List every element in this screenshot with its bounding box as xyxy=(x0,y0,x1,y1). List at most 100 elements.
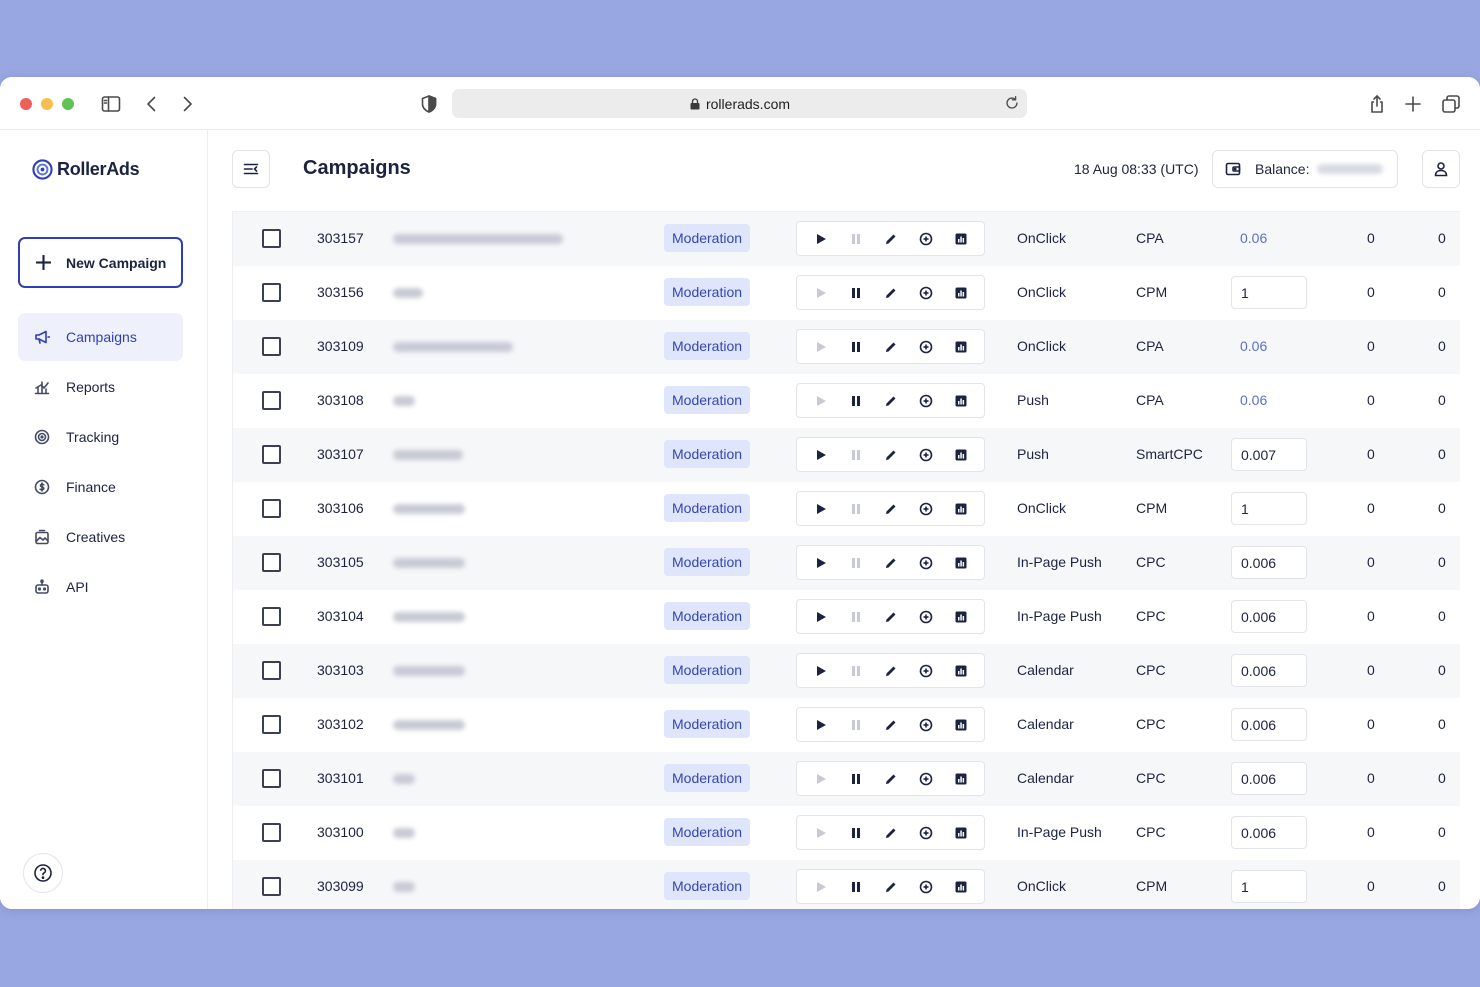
campaign-name-redacted[interactable] xyxy=(393,396,415,406)
new-tab-icon[interactable] xyxy=(1402,93,1424,115)
help-button[interactable] xyxy=(23,853,63,893)
duplicate-icon[interactable] xyxy=(916,337,936,357)
play-icon[interactable] xyxy=(811,715,831,735)
pause-icon[interactable] xyxy=(846,229,866,249)
campaign-name-redacted[interactable] xyxy=(393,342,513,352)
edit-icon[interactable] xyxy=(881,391,901,411)
edit-icon[interactable] xyxy=(881,607,901,627)
row-checkbox[interactable] xyxy=(262,445,281,464)
play-icon[interactable] xyxy=(811,499,831,519)
pause-icon[interactable] xyxy=(846,769,866,789)
row-checkbox[interactable] xyxy=(262,337,281,356)
bid-input[interactable] xyxy=(1231,546,1307,579)
sidebar-item-campaigns[interactable]: Campaigns xyxy=(18,313,183,361)
brand-logo[interactable]: RollerAds xyxy=(32,159,140,180)
bid-input[interactable] xyxy=(1231,492,1307,525)
play-icon[interactable] xyxy=(811,337,831,357)
play-icon[interactable] xyxy=(811,823,831,843)
edit-icon[interactable] xyxy=(881,445,901,465)
sidebar-item-reports[interactable]: Reports xyxy=(18,363,183,411)
back-icon[interactable] xyxy=(141,93,163,115)
bid-input[interactable] xyxy=(1231,708,1307,741)
row-checkbox[interactable] xyxy=(262,769,281,788)
row-checkbox[interactable] xyxy=(262,229,281,248)
table-row[interactable]: 303157 Moderation OnClick CPA 0.06 0 0 xyxy=(233,212,1460,266)
table-row[interactable]: 303105 Moderation In-Page Push CPC 0 0 xyxy=(233,536,1460,590)
duplicate-icon[interactable] xyxy=(916,391,936,411)
bid-input[interactable] xyxy=(1231,600,1307,633)
sidebar-item-creatives[interactable]: Creatives xyxy=(18,513,183,561)
campaign-name-redacted[interactable] xyxy=(393,234,563,244)
edit-icon[interactable] xyxy=(881,715,901,735)
duplicate-icon[interactable] xyxy=(916,823,936,843)
edit-icon[interactable] xyxy=(881,283,901,303)
table-row[interactable]: 303101 Moderation Calendar CPC 0 0 xyxy=(233,752,1460,806)
campaign-name-redacted[interactable] xyxy=(393,882,415,892)
stats-icon[interactable] xyxy=(951,391,971,411)
edit-icon[interactable] xyxy=(881,499,901,519)
pause-icon[interactable] xyxy=(846,715,866,735)
edit-icon[interactable] xyxy=(881,877,901,897)
row-checkbox[interactable] xyxy=(262,661,281,680)
table-row[interactable]: 303107 Moderation Push SmartCPC 0 0 xyxy=(233,428,1460,482)
play-icon[interactable] xyxy=(811,769,831,789)
edit-icon[interactable] xyxy=(881,229,901,249)
stats-icon[interactable] xyxy=(951,445,971,465)
row-checkbox[interactable] xyxy=(262,877,281,896)
table-row[interactable]: 303106 Moderation OnClick CPM 0 0 xyxy=(233,482,1460,536)
user-menu-button[interactable] xyxy=(1422,150,1460,188)
stats-icon[interactable] xyxy=(951,499,971,519)
row-checkbox[interactable] xyxy=(262,823,281,842)
stats-icon[interactable] xyxy=(951,229,971,249)
row-checkbox[interactable] xyxy=(262,715,281,734)
pause-icon[interactable] xyxy=(846,445,866,465)
campaign-name-redacted[interactable] xyxy=(393,450,463,460)
duplicate-icon[interactable] xyxy=(916,499,936,519)
table-row[interactable]: 303156 Moderation OnClick CPM 0 0 xyxy=(233,266,1460,320)
row-checkbox[interactable] xyxy=(262,283,281,302)
stats-icon[interactable] xyxy=(951,553,971,573)
table-row[interactable]: 303108 Moderation Push CPA 0.06 0 0 xyxy=(233,374,1460,428)
pause-icon[interactable] xyxy=(846,283,866,303)
duplicate-icon[interactable] xyxy=(916,553,936,573)
duplicate-icon[interactable] xyxy=(916,661,936,681)
row-checkbox[interactable] xyxy=(262,391,281,410)
row-checkbox[interactable] xyxy=(262,553,281,572)
row-checkbox[interactable] xyxy=(262,499,281,518)
bid-input[interactable] xyxy=(1231,276,1307,309)
forward-icon[interactable] xyxy=(176,93,198,115)
campaign-name-redacted[interactable] xyxy=(393,504,465,514)
sidebar-item-api[interactable]: API xyxy=(18,563,183,611)
table-row[interactable]: 303109 Moderation OnClick CPA 0.06 0 0 xyxy=(233,320,1460,374)
duplicate-icon[interactable] xyxy=(916,769,936,789)
table-row[interactable]: 303102 Moderation Calendar CPC 0 0 xyxy=(233,698,1460,752)
play-icon[interactable] xyxy=(811,661,831,681)
stats-icon[interactable] xyxy=(951,877,971,897)
duplicate-icon[interactable] xyxy=(916,607,936,627)
campaign-name-redacted[interactable] xyxy=(393,612,465,622)
address-bar[interactable]: rollerads.com xyxy=(452,89,1027,118)
pause-icon[interactable] xyxy=(846,877,866,897)
table-row[interactable]: 303100 Moderation In-Page Push CPC 0 0 xyxy=(233,806,1460,860)
stats-icon[interactable] xyxy=(951,337,971,357)
play-icon[interactable] xyxy=(811,607,831,627)
campaign-name-redacted[interactable] xyxy=(393,288,423,298)
reload-icon[interactable] xyxy=(1003,94,1021,112)
bid-input[interactable] xyxy=(1231,816,1307,849)
tab-overview-icon[interactable] xyxy=(1440,93,1462,115)
stats-icon[interactable] xyxy=(951,661,971,681)
sidebar-toggle-icon[interactable] xyxy=(100,93,122,115)
campaign-name-redacted[interactable] xyxy=(393,666,465,676)
bid-input[interactable] xyxy=(1231,870,1307,903)
campaign-name-redacted[interactable] xyxy=(393,774,415,784)
balance-widget[interactable]: Balance: xyxy=(1212,150,1398,188)
stats-icon[interactable] xyxy=(951,607,971,627)
maximize-window-button[interactable] xyxy=(62,98,74,110)
privacy-shield-icon[interactable] xyxy=(418,93,440,115)
bid-input[interactable] xyxy=(1231,762,1307,795)
row-checkbox[interactable] xyxy=(262,607,281,626)
edit-icon[interactable] xyxy=(881,823,901,843)
pause-icon[interactable] xyxy=(846,661,866,681)
play-icon[interactable] xyxy=(811,553,831,573)
table-row[interactable]: 303104 Moderation In-Page Push CPC 0 0 xyxy=(233,590,1460,644)
